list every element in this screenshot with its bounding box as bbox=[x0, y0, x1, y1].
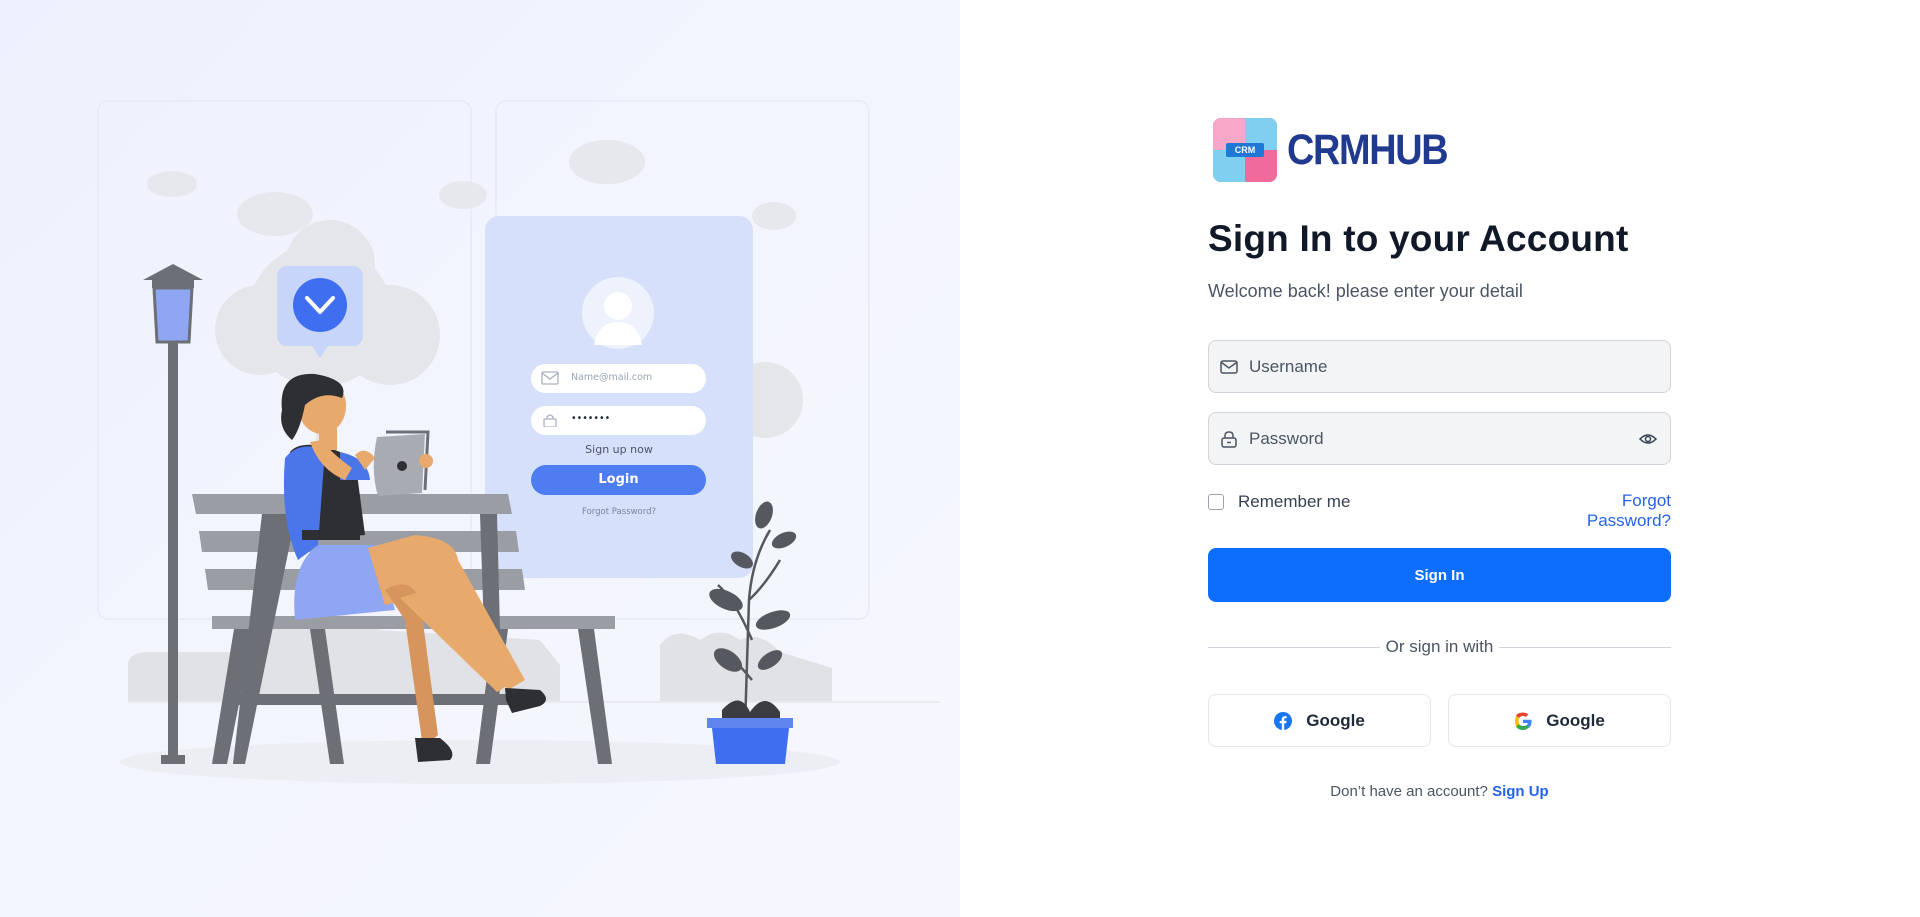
lock-icon bbox=[543, 414, 557, 427]
lock-icon bbox=[1221, 431, 1237, 448]
logo-badge: CRM bbox=[1226, 143, 1264, 157]
forgot-password-link[interactable]: Forgot Password? bbox=[1535, 491, 1671, 531]
google-icon bbox=[1515, 712, 1532, 730]
remember-me[interactable]: Remember me bbox=[1208, 492, 1350, 512]
illustration-email-field: Name@mail.com bbox=[531, 364, 706, 393]
brand-name: CRMHUB bbox=[1287, 125, 1449, 174]
password-field[interactable] bbox=[1208, 412, 1671, 465]
remember-checkbox[interactable] bbox=[1208, 494, 1224, 510]
social-signin-button-2[interactable]: Google bbox=[1448, 694, 1671, 747]
illustration-password-value: ••••••• bbox=[571, 413, 611, 424]
signup-prompt-row: Don’t have an account? Sign Up bbox=[1208, 783, 1671, 800]
sign-up-link[interactable]: Sign Up bbox=[1492, 783, 1549, 800]
mail-icon bbox=[541, 371, 559, 385]
eye-icon[interactable] bbox=[1638, 429, 1658, 449]
username-field[interactable] bbox=[1208, 340, 1671, 393]
logo-mark: CRM bbox=[1213, 118, 1277, 182]
username-input[interactable] bbox=[1249, 341, 1629, 392]
page-title: Sign In to your Account bbox=[1208, 218, 1629, 259]
sign-in-button[interactable]: Sign In bbox=[1208, 548, 1671, 602]
illustration-email-placeholder: Name@mail.com bbox=[571, 372, 653, 383]
illustration-signup-text: Sign up now bbox=[585, 443, 653, 456]
remember-label[interactable]: Remember me bbox=[1238, 492, 1350, 512]
social-signin-button-1[interactable]: Google bbox=[1208, 694, 1431, 747]
divider-line bbox=[1499, 647, 1671, 648]
brand-logo: CRM CRMHUB bbox=[1213, 115, 1469, 185]
mail-icon bbox=[1220, 360, 1238, 374]
facebook-icon bbox=[1274, 711, 1293, 730]
illustration-forgot-text: Forgot Password? bbox=[582, 507, 656, 517]
signup-prompt: Don’t have an account? bbox=[1330, 783, 1488, 800]
password-input[interactable] bbox=[1249, 413, 1629, 464]
illustration-login-button: Login bbox=[531, 465, 706, 495]
social-signin-label: Google bbox=[1546, 710, 1605, 730]
illustration-panel: Name@mail.com ••••••• Sign up now Login … bbox=[0, 0, 960, 917]
page-subtitle: Welcome back! please enter your detail bbox=[1208, 281, 1523, 301]
illustration-password-field: ••••••• bbox=[531, 406, 706, 435]
login-illustration bbox=[97, 100, 940, 784]
divider: Or sign in with bbox=[1208, 637, 1671, 659]
social-signin-label: Google bbox=[1306, 710, 1365, 730]
